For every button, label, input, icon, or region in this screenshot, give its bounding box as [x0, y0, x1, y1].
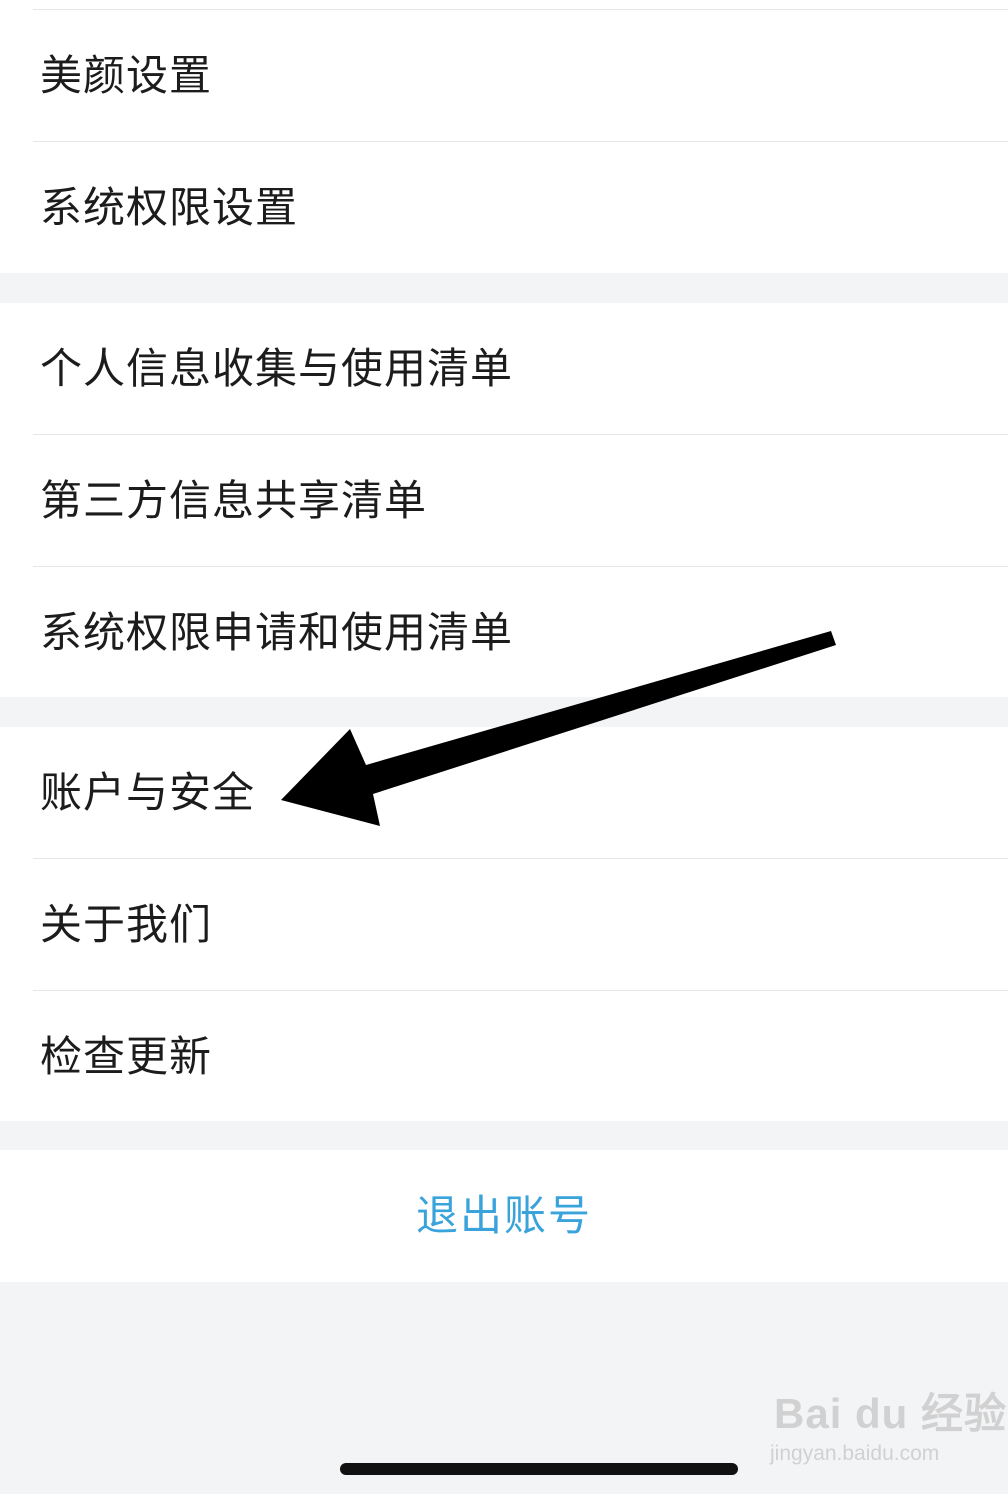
settings-item-label: 个人信息收集与使用清单 [40, 344, 514, 393]
settings-section-privacy: 个人信息收集与使用清单 第三方信息共享清单 系统权限申请和使用清单 [0, 303, 1008, 697]
settings-section-display: 美颜设置 系统权限设置 [0, 0, 1008, 273]
settings-item-label: 关于我们 [40, 900, 213, 949]
watermark-site: jingyan.baidu.com [770, 1442, 940, 1465]
settings-item-label: 美颜设置 [40, 51, 213, 100]
settings-item-system-permissions[interactable]: 系统权限设置 [0, 142, 1008, 273]
settings-section-account: 账户与安全 关于我们 检查更新 [0, 727, 1008, 1121]
settings-item-permission-usage-list[interactable]: 系统权限申请和使用清单 [0, 567, 1008, 698]
settings-item-label: 第三方信息共享清单 [40, 476, 428, 525]
home-indicator[interactable] [340, 1463, 738, 1475]
settings-item-third-party-sharing-list[interactable]: 第三方信息共享清单 [0, 435, 1008, 566]
settings-item-label: 系统权限申请和使用清单 [40, 608, 514, 657]
settings-item-label: 检查更新 [40, 1032, 213, 1081]
settings-item-check-update[interactable]: 检查更新 [0, 991, 1008, 1122]
watermark-brand: Bai du 经验 [774, 1390, 1008, 1437]
settings-item-personal-info-list[interactable]: 个人信息收集与使用清单 [0, 303, 1008, 434]
logout-button[interactable]: 退出账号 [0, 1150, 1008, 1282]
watermark-logo: Bai du 经验 jingyan.baidu.com [760, 1380, 1006, 1480]
settings-item-account-security[interactable]: 账户与安全 [0, 727, 1008, 858]
settings-item-label: 系统权限设置 [40, 183, 299, 232]
settings-item-beauty[interactable]: 美颜设置 [0, 10, 1008, 141]
logout-section: 退出账号 [0, 1150, 1008, 1282]
settings-item-label: 账户与安全 [40, 768, 256, 817]
settings-item-about-us[interactable]: 关于我们 [0, 859, 1008, 990]
